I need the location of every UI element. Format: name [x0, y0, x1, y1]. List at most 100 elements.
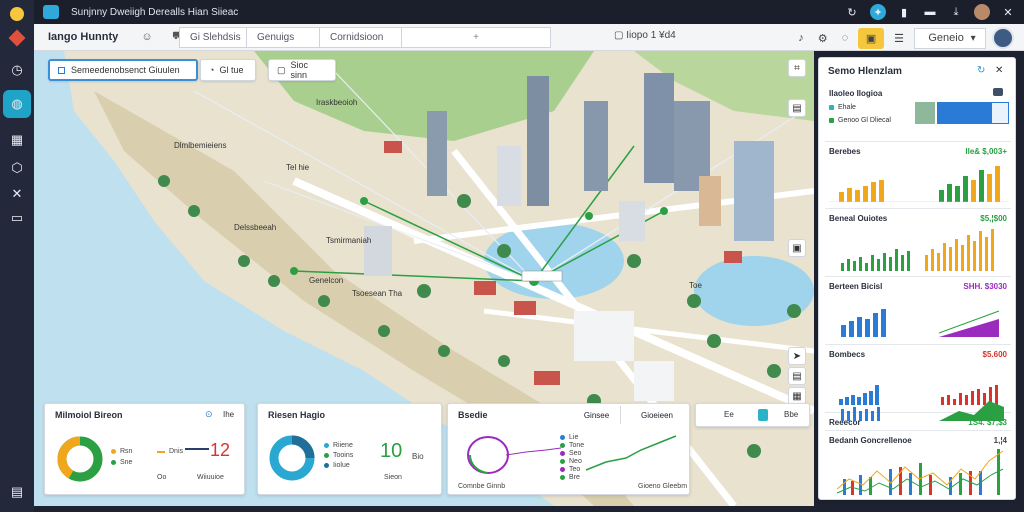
expand-icon[interactable]: ⌗: [788, 59, 806, 77]
shield-icon[interactable]: ⬡: [7, 158, 27, 178]
footnote: Oo: [157, 474, 167, 481]
mic-icon[interactable]: ♪: [794, 28, 808, 49]
generate-button[interactable]: Geneio ▾: [914, 27, 986, 49]
layer-chip[interactable]: ▢ Sioc sinn: [268, 59, 336, 81]
chat-icon[interactable]: [993, 88, 1003, 96]
summary-title: Ilaoleo Ilogioa: [829, 89, 883, 98]
segment-three[interactable]: Cornidsioon: [319, 27, 402, 48]
small-value: Bio: [412, 452, 424, 461]
mini-card-button[interactable]: Bbe: [784, 410, 798, 419]
stat-label: Berteen Bicisl: [829, 282, 883, 291]
info-icon[interactable]: ⊙: [205, 409, 213, 420]
logo-icon[interactable]: [7, 4, 27, 24]
stat-value: Ile& $,003+: [965, 147, 1007, 156]
title-bar: Sunjnny Dweiigh Derealls Hian Siieac ↻ ✦…: [34, 0, 1024, 24]
summary-item: Ehale: [829, 104, 856, 111]
legend-item: Seo: [560, 450, 581, 457]
diamond-icon[interactable]: [7, 28, 27, 48]
refresh-icon[interactable]: ↻: [844, 4, 860, 20]
legend-item: Dnis: [157, 448, 183, 455]
stat-label: Berebes: [829, 147, 861, 156]
legend-item: Tone: [560, 442, 584, 449]
print-icon[interactable]: ▤: [788, 367, 806, 385]
user-avatar[interactable]: [974, 4, 990, 20]
stat-row: Berteen Bicisl SHH. $3030: [825, 276, 1011, 342]
stat-value: 1,¦4: [993, 436, 1007, 445]
panel-toggle-icon[interactable]: ▣: [788, 239, 806, 257]
card-title: Milmoiol Bireon: [55, 410, 123, 420]
tools-icon[interactable]: ✕: [7, 184, 27, 204]
toolbar: Iango Hunnty ☺ ⛟ Gi Slehdsis Genuigs Cor…: [34, 24, 1024, 51]
pin-icon: ◔: [209, 65, 215, 75]
gear-icon[interactable]: ⚙: [814, 28, 832, 49]
card-button[interactable]: Ihe: [223, 410, 234, 419]
stats-panel: Semo Hlenzlam ↻ ✕ Ilaoleo Ilogioa Ehale …: [818, 57, 1016, 500]
toggle-icon[interactable]: [991, 102, 1009, 124]
ring-chart: [269, 435, 315, 481]
layer-chip-selected[interactable]: Semeedenobsenct Giuulen: [48, 59, 198, 81]
chip-label: Sioc sinn: [290, 60, 309, 80]
footnote: Sieon: [384, 474, 402, 481]
profile-avatar[interactable]: [992, 27, 1014, 49]
map-label: Genelcon: [309, 276, 344, 285]
footnote: Comnbe Ginnb: [458, 483, 506, 490]
download-icon[interactable]: ⤓: [948, 4, 964, 20]
highlight-button[interactable]: ▣: [858, 27, 885, 49]
donut-chart: [57, 436, 103, 482]
navigate-icon[interactable]: ➤: [788, 347, 806, 365]
bookmark-icon[interactable]: ▮: [896, 4, 912, 20]
chat-icon[interactable]: ◌: [838, 28, 853, 49]
legend-item: Rsn: [111, 448, 132, 455]
map-label: Tsmirmaniah: [326, 236, 372, 245]
legend-item: Bre: [560, 474, 580, 481]
mini-card: Ee Bbe: [695, 403, 810, 427]
tab-one[interactable]: Ginsee: [573, 406, 621, 424]
clock-icon[interactable]: ◷: [7, 60, 27, 80]
tab-two[interactable]: Gioeieen: [626, 406, 688, 424]
big-value: 10: [380, 440, 403, 462]
stat-row: Berebes Ile& $,003+: [825, 141, 1011, 207]
folder-icon[interactable]: ▬: [922, 4, 938, 20]
trend-card: Bsedie Ginsee Gioeieen Lie Tone Seo Neo …: [447, 403, 690, 495]
big-value: 12: [210, 440, 231, 460]
globe-icon[interactable]: ◍: [3, 90, 31, 118]
project-name: Iango Hunnty: [48, 31, 119, 43]
map-label: Iraskbeoioh: [316, 98, 358, 107]
stat-value: $5.600: [982, 350, 1007, 359]
refresh-icon[interactable]: ↻: [977, 65, 985, 76]
summary-card: Milmoiol Bireon ⊙ Ihe Rsn Sne Dnis 12 Oo…: [44, 403, 245, 495]
activity-card: Riesen Hagio Riiene Tooins Iiolue 10 Bio…: [257, 403, 442, 495]
layer-chip[interactable]: ◔ Gl tue: [200, 59, 256, 81]
thumbnail-image: [915, 102, 935, 124]
stat-label: Beneal Ouiotes: [829, 214, 888, 223]
segment-two[interactable]: Genuigs: [246, 27, 320, 48]
bird-icon[interactable]: ✦: [870, 4, 886, 20]
map-label: Dlmlbemieiens: [174, 141, 227, 150]
stat-row: Bedanh Goncrellenoe 1,¦4: [825, 430, 1011, 498]
bar-chart: [841, 229, 994, 271]
close-icon[interactable]: ✕: [1000, 4, 1016, 20]
segment-one[interactable]: Gi Slehdsis: [179, 27, 247, 48]
rows-icon[interactable]: ☰: [890, 28, 908, 49]
bar-chart: [829, 166, 1009, 202]
close-icon[interactable]: ✕: [995, 65, 1003, 76]
chip-label: Gl tue: [219, 65, 244, 75]
card-title: Bsedie: [458, 410, 488, 420]
layers-icon[interactable]: ▤: [788, 99, 806, 117]
bar-chart: [841, 309, 1000, 337]
panel-summary: Ilaoleo Ilogioa Ehale Genoo Gl Dliecal: [825, 84, 1011, 136]
table-icon[interactable]: ▤: [7, 482, 27, 502]
layer-icon: [58, 66, 65, 74]
toggle-icon[interactable]: [758, 409, 768, 421]
smile-icon[interactable]: ☺: [138, 31, 156, 43]
mini-card-title: Ee: [724, 410, 734, 419]
card-title: Riesen Hagio: [268, 410, 326, 420]
legend-item: Iiolue: [324, 462, 350, 469]
map-label: Delssbeeah: [234, 223, 277, 232]
trend-line: [185, 448, 209, 450]
card-icon[interactable]: ▭: [7, 208, 27, 228]
legend-item: Neo: [560, 458, 582, 465]
bar-chart: [841, 401, 1004, 421]
add-segment-button[interactable]: +: [401, 27, 551, 48]
grid-icon[interactable]: ▦: [7, 130, 27, 150]
